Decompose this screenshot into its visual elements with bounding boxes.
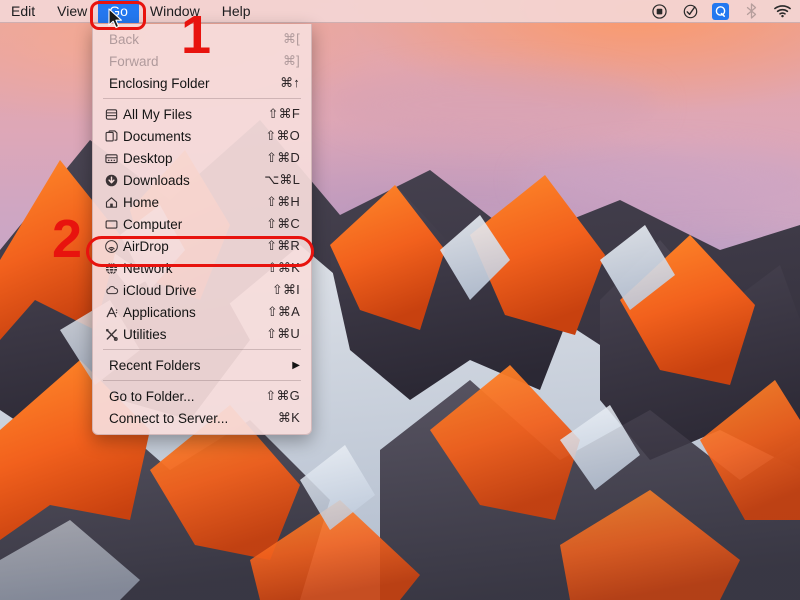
- time-machine-icon[interactable]: [681, 2, 699, 20]
- icloud-drive-icon: [102, 284, 121, 297]
- menu-item-shortcut: ⇧⌘R: [266, 238, 300, 254]
- menu-item-label: All My Files: [121, 107, 268, 122]
- menubar-item-edit[interactable]: Edit: [0, 0, 46, 23]
- all-my-files-icon: [102, 108, 121, 121]
- menubar-status-area: [650, 2, 800, 20]
- menu-item-shortcut: ⇧⌘U: [266, 326, 300, 342]
- menu-item-desktop[interactable]: Desktop ⇧⌘D: [93, 147, 311, 169]
- menu-item-label: Documents: [121, 129, 265, 144]
- menu-item-label: Recent Folders: [107, 358, 292, 373]
- menu-item-label: Go to Folder...: [107, 389, 265, 404]
- menu-item-label: Applications: [121, 305, 267, 320]
- menu-separator: [103, 380, 301, 381]
- menu-separator: [103, 349, 301, 350]
- menu-item-label: AirDrop: [121, 239, 266, 254]
- menu-item-label: Utilities: [121, 327, 266, 342]
- documents-icon: [102, 130, 121, 143]
- menu-item-shortcut: ⌘↑: [280, 75, 300, 91]
- screen-recording-icon[interactable]: [650, 2, 668, 20]
- menu-item-shortcut: ⇧⌘O: [265, 128, 300, 144]
- utilities-icon: [102, 328, 121, 341]
- menu-item-label: Downloads: [121, 173, 264, 188]
- airdrop-icon: [102, 240, 121, 253]
- menu-item-shortcut: ⇧⌘A: [267, 304, 300, 320]
- menu-item-label: iCloud Drive: [121, 283, 272, 298]
- mouse-cursor: [108, 8, 124, 32]
- menubar-item-help[interactable]: Help: [211, 0, 262, 23]
- menu-item-shortcut: ⇧⌘D: [266, 150, 300, 166]
- menu-item-shortcut: ⌘K: [278, 410, 300, 426]
- menu-item-label: Network: [121, 261, 267, 276]
- quicktime-q-icon[interactable]: [712, 3, 729, 20]
- menu-item-computer[interactable]: Computer ⇧⌘C: [93, 213, 311, 235]
- home-icon: [102, 196, 121, 209]
- menu-item-utilities[interactable]: Utilities ⇧⌘U: [93, 323, 311, 345]
- menu-item-label: Connect to Server...: [107, 411, 278, 426]
- menu-item-shortcut: ⇧⌘H: [266, 194, 300, 210]
- menubar-item-window[interactable]: Window: [139, 0, 211, 23]
- menu-item-icloud-drive[interactable]: iCloud Drive ⇧⌘I: [93, 279, 311, 301]
- menu-item-label: Desktop: [121, 151, 266, 166]
- menu-item-network[interactable]: Network ⇧⌘K: [93, 257, 311, 279]
- menu-item-label: Home: [121, 195, 266, 210]
- menu-item-forward: Forward ⌘]: [93, 50, 311, 72]
- menu-item-shortcut: ⇧⌘K: [267, 260, 300, 276]
- chevron-right-icon: ▶: [292, 360, 300, 371]
- menu-item-shortcut: ⌘]: [283, 53, 300, 69]
- menu-item-shortcut: ⇧⌘F: [268, 106, 300, 122]
- menu-item-shortcut: ⇧⌘G: [265, 388, 300, 404]
- menu-item-shortcut: ⌥⌘L: [264, 172, 300, 188]
- menu-item-documents[interactable]: Documents ⇧⌘O: [93, 125, 311, 147]
- menu-item-home[interactable]: Home ⇧⌘H: [93, 191, 311, 213]
- menu-item-applications[interactable]: Applications ⇧⌘A: [93, 301, 311, 323]
- menu-item-downloads[interactable]: Downloads ⌥⌘L: [93, 169, 311, 191]
- menu-item-enclosing-folder[interactable]: Enclosing Folder ⌘↑: [93, 72, 311, 94]
- menu-item-back: Back ⌘[: [93, 28, 311, 50]
- downloads-icon: [102, 174, 121, 187]
- menu-item-airdrop[interactable]: AirDrop ⇧⌘R: [93, 235, 311, 257]
- menu-separator: [103, 98, 301, 99]
- menu-item-label: Back: [107, 32, 283, 47]
- menu-item-all-my-files[interactable]: All My Files ⇧⌘F: [93, 103, 311, 125]
- menu-item-connect-to-server[interactable]: Connect to Server... ⌘K: [93, 407, 311, 429]
- menu-item-label: Computer: [121, 217, 266, 232]
- network-icon: [102, 262, 121, 275]
- bluetooth-icon[interactable]: [742, 2, 760, 20]
- menu-item-label: Forward: [107, 54, 283, 69]
- go-menu-dropdown[interactable]: Back ⌘[ Forward ⌘] Enclosing Folder ⌘↑ A…: [92, 24, 312, 435]
- menu-item-go-to-folder[interactable]: Go to Folder... ⇧⌘G: [93, 385, 311, 407]
- menu-item-recent-folders[interactable]: Recent Folders ▶: [93, 354, 311, 376]
- menu-item-shortcut: ⇧⌘C: [266, 216, 300, 232]
- desktop-screen: Edit View Go Window Help: [0, 0, 800, 600]
- menu-item-label: Enclosing Folder: [107, 76, 280, 91]
- menubar-item-view[interactable]: View: [46, 0, 98, 23]
- applications-icon: [102, 306, 121, 319]
- menu-item-shortcut: ⇧⌘I: [272, 282, 300, 298]
- menu-item-shortcut: ⌘[: [283, 31, 300, 47]
- desktop-icon: [102, 152, 121, 165]
- wifi-icon[interactable]: [773, 2, 791, 20]
- computer-icon: [102, 218, 121, 231]
